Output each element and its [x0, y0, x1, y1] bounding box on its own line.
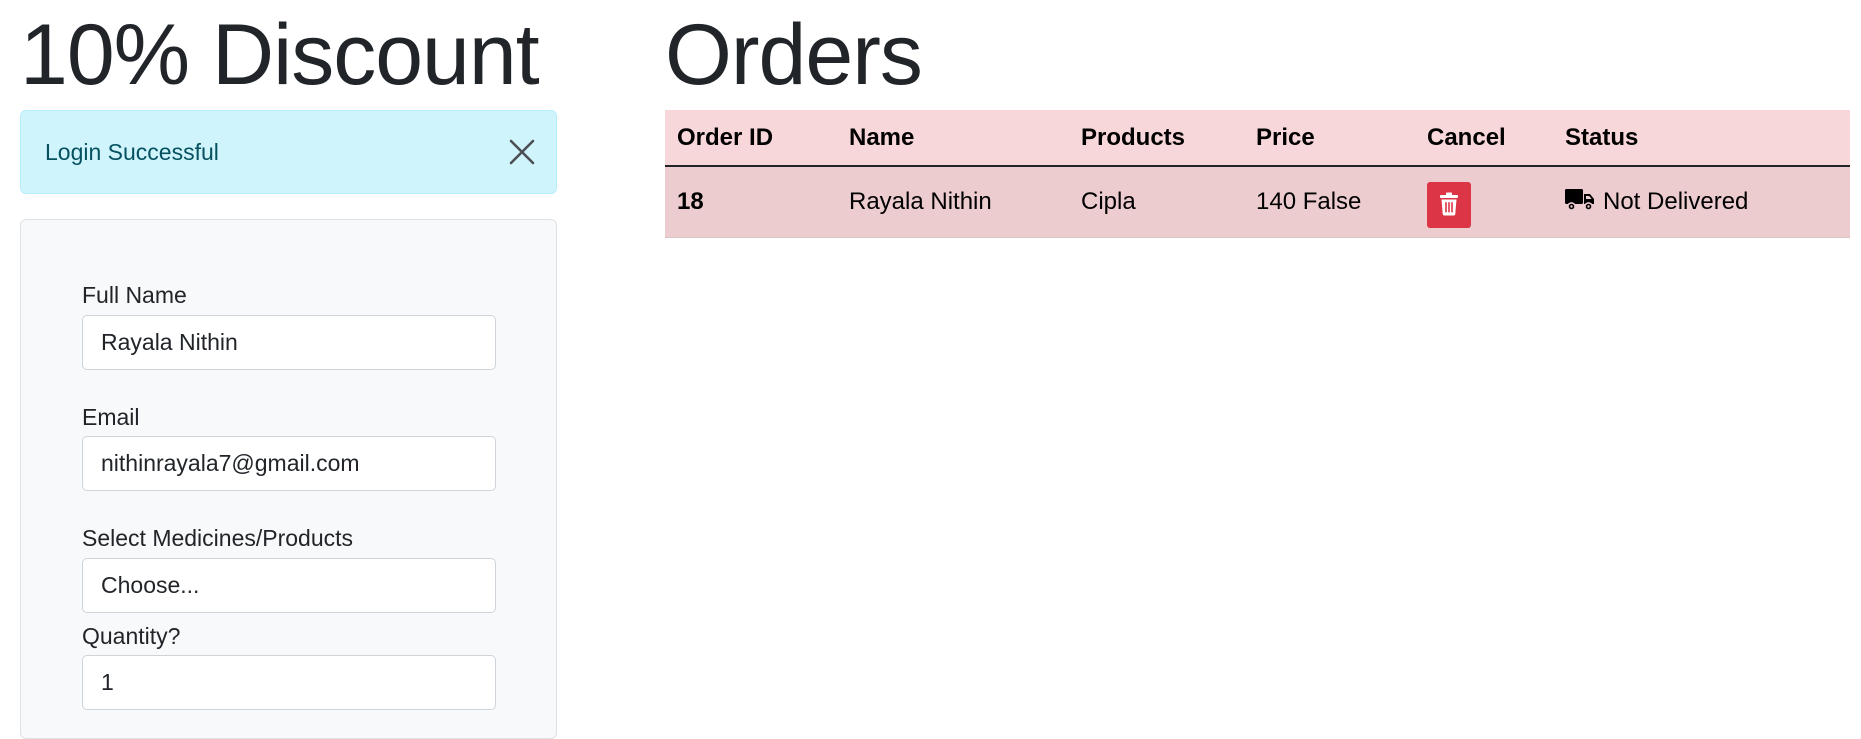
- close-icon[interactable]: [508, 138, 536, 166]
- column-header-price: Price: [1244, 110, 1415, 167]
- products-label: Select Medicines/Products: [82, 525, 354, 552]
- products-select[interactable]: Choose...: [82, 557, 496, 613]
- right-column: Orders Order ID Name Products Price Canc…: [665, 0, 1850, 238]
- discount-title: 10% Discount: [20, 7, 540, 103]
- trash-icon: [1439, 192, 1459, 219]
- quantity-group: Quantity? 1: [82, 623, 496, 711]
- orders-table: Order ID Name Products Price Cancel Stat…: [665, 110, 1850, 238]
- full-name-label: Full Name: [82, 282, 187, 308]
- email-input[interactable]: nithinrayala7@gmail.com: [82, 436, 496, 492]
- full-name-group: Full Name Rayala Nithin: [82, 282, 496, 370]
- quantity-label: Quantity?: [82, 622, 181, 649]
- login-alert: Login Successful: [20, 110, 557, 194]
- orders-title: Orders: [665, 7, 923, 103]
- full-name-input[interactable]: Rayala Nithin: [82, 314, 496, 370]
- order-price-cell: 140 False: [1244, 166, 1415, 238]
- column-header-products: Products: [1069, 110, 1244, 167]
- table-header-row: Order ID Name Products Price Cancel Stat…: [665, 110, 1850, 167]
- order-cancel-cell: [1415, 166, 1553, 238]
- order-status-cell: Not Delivered: [1553, 166, 1850, 238]
- column-header-order-id: Order ID: [665, 110, 837, 167]
- order-id-cell: 18: [665, 166, 837, 238]
- left-column: 10% Discount Login Successful Full Name …: [20, 0, 557, 739]
- column-header-status: Status: [1553, 110, 1850, 167]
- email-group: Email nithinrayala7@gmail.com: [82, 404, 496, 492]
- column-header-cancel: Cancel: [1415, 110, 1553, 167]
- truck-icon: [1565, 187, 1595, 218]
- order-name-cell: Rayala Nithin: [837, 166, 1069, 238]
- column-header-name: Name: [837, 110, 1069, 167]
- status-text: Not Delivered: [1603, 188, 1749, 215]
- table-row: 18 Rayala Nithin Cipla 140 False Not Del…: [665, 166, 1850, 238]
- delete-order-button[interactable]: [1427, 182, 1471, 228]
- email-label: Email: [82, 403, 140, 430]
- alert-message: Login Successful: [45, 138, 219, 165]
- products-group: Select Medicines/Products Choose...: [82, 525, 496, 613]
- order-form: Full Name Rayala Nithin Email nithinraya…: [20, 219, 557, 739]
- quantity-input[interactable]: 1: [82, 655, 496, 711]
- order-products-cell: Cipla: [1069, 166, 1244, 238]
